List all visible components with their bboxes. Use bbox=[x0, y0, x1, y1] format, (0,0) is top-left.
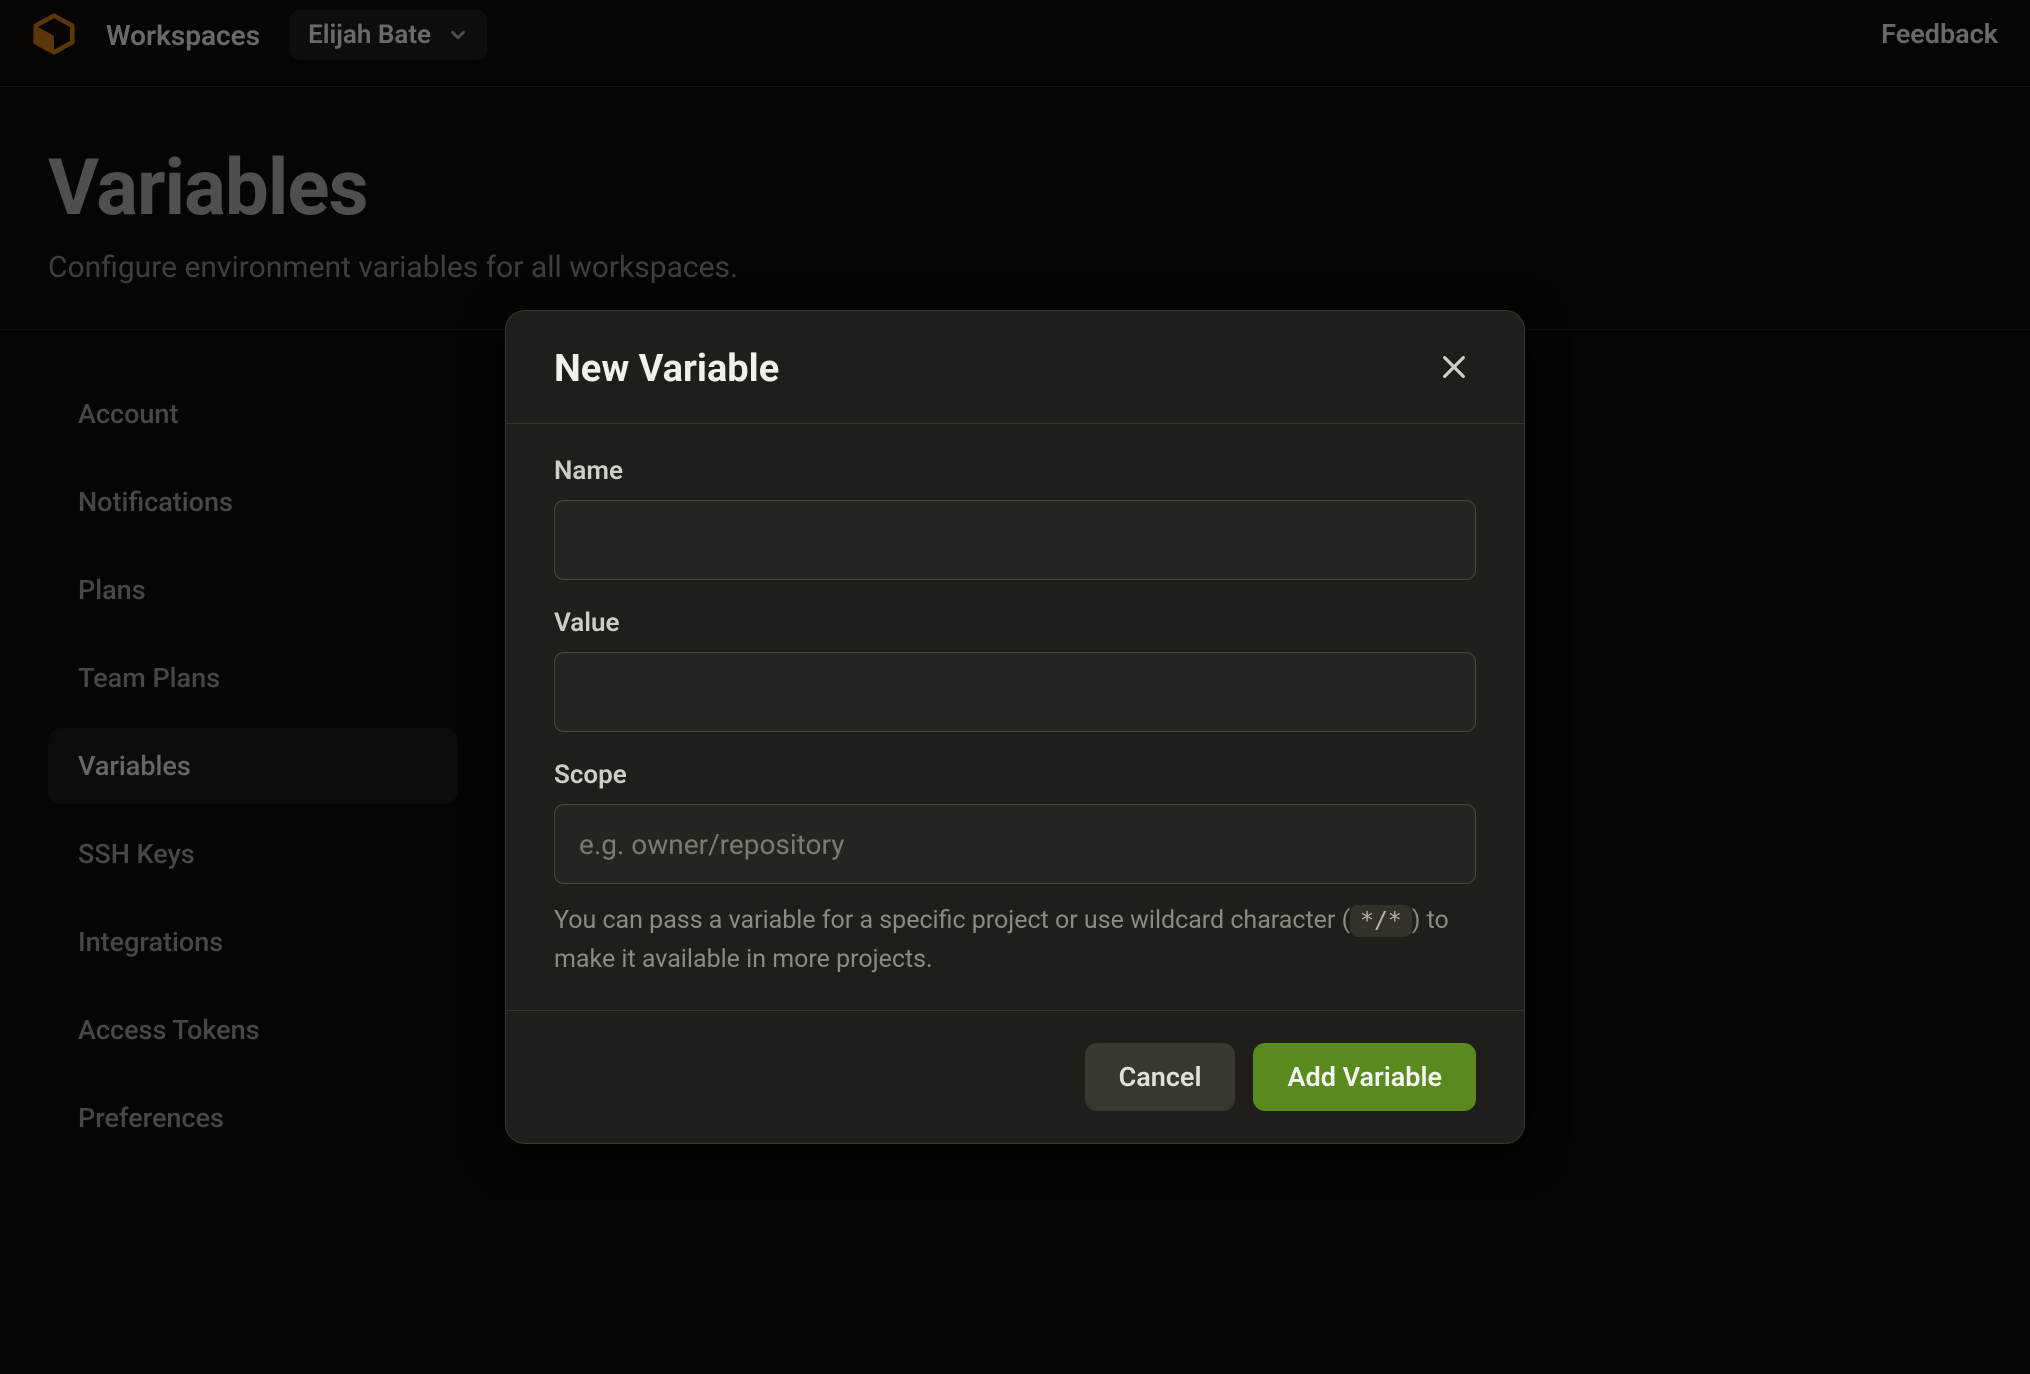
name-label: Name bbox=[554, 456, 1476, 486]
add-variable-button[interactable]: Add Variable bbox=[1253, 1043, 1476, 1111]
name-field-group: Name bbox=[554, 456, 1476, 580]
new-variable-modal: New Variable Name Value Scope You can pa… bbox=[505, 310, 1525, 1144]
scope-help-text: You can pass a variable for a specific p… bbox=[554, 902, 1476, 980]
scope-field-group: Scope You can pass a variable for a spec… bbox=[554, 760, 1476, 980]
scope-label: Scope bbox=[554, 760, 1476, 790]
close-button[interactable] bbox=[1432, 347, 1476, 391]
modal-body: Name Value Scope You can pass a variable… bbox=[506, 424, 1524, 1010]
modal-header: New Variable bbox=[506, 311, 1524, 424]
modal-title: New Variable bbox=[554, 347, 779, 391]
value-label: Value bbox=[554, 608, 1476, 638]
cancel-button[interactable]: Cancel bbox=[1085, 1043, 1236, 1111]
value-input[interactable] bbox=[554, 652, 1476, 732]
value-field-group: Value bbox=[554, 608, 1476, 732]
scope-input[interactable] bbox=[554, 804, 1476, 884]
name-input[interactable] bbox=[554, 500, 1476, 580]
scope-help-pre: You can pass a variable for a specific p… bbox=[554, 906, 1350, 935]
modal-footer: Cancel Add Variable bbox=[506, 1010, 1524, 1143]
wildcard-code: */* bbox=[1350, 905, 1412, 937]
close-icon bbox=[1438, 351, 1470, 387]
